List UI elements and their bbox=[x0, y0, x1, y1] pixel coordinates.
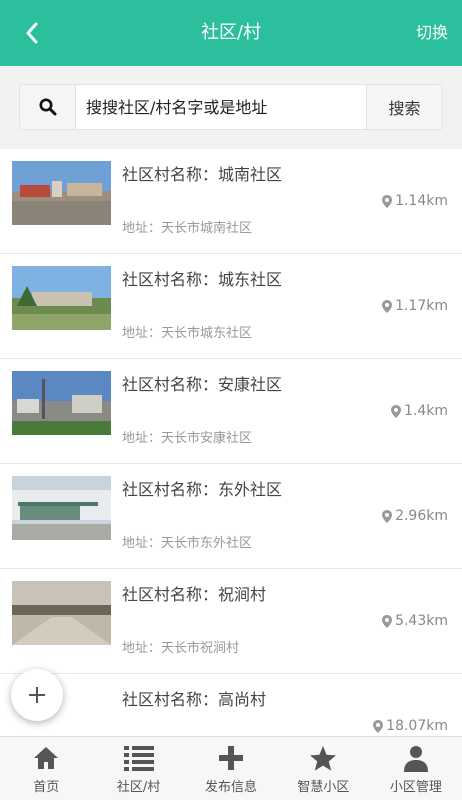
community-name: 社区村名称：城南社区 bbox=[122, 165, 283, 184]
distance-label: 5.43km bbox=[382, 613, 448, 629]
switch-button[interactable]: 切换 bbox=[416, 0, 448, 66]
distance-label: 2.96km bbox=[382, 508, 448, 524]
distance-label: 1.4km bbox=[390, 403, 448, 419]
distance-label: 18.07km bbox=[373, 718, 448, 734]
community-photo bbox=[12, 266, 111, 330]
star-icon bbox=[308, 743, 338, 773]
list-item[interactable]: 社区村名称：东外社区 2.96km 地址：天长市东外社区 bbox=[0, 464, 462, 569]
list-item[interactable]: 社区村名称：城东社区 1.17km 地址：天长市城东社区 bbox=[0, 254, 462, 359]
search-input[interactable] bbox=[76, 85, 366, 129]
page-title: 社区/村 bbox=[200, 22, 262, 43]
list-item[interactable]: 社区村名称：高尚村 18.07km bbox=[0, 674, 462, 736]
distance-value: 2.96km bbox=[395, 508, 448, 524]
community-name: 社区村名称：东外社区 bbox=[122, 480, 283, 499]
list-item[interactable]: 社区村名称：安康社区 1.4km 地址：天长市安康社区 bbox=[0, 359, 462, 464]
community-photo bbox=[12, 161, 111, 225]
community-address: 地址：天长市祝涧村 bbox=[122, 641, 240, 656]
search-button[interactable]: 搜索 bbox=[366, 85, 442, 129]
floating-add-button[interactable] bbox=[11, 669, 63, 721]
location-pin-icon bbox=[382, 614, 393, 628]
distance-value: 1.4km bbox=[403, 403, 448, 419]
tab-community[interactable]: 社区/村 bbox=[92, 737, 184, 800]
plus-icon bbox=[216, 743, 246, 773]
bottom-tab-bar: 首页 社区/村 发布信息 智慧小区 小区管理 bbox=[0, 736, 462, 800]
community-name: 社区村名称：祝涧村 bbox=[122, 585, 267, 604]
distance-value: 18.07km bbox=[386, 718, 448, 734]
list-item[interactable]: 社区村名称：城南社区 1.14km 地址：天长市城南社区 bbox=[0, 149, 462, 254]
tab-smart-community[interactable]: 智慧小区 bbox=[277, 737, 369, 800]
community-name: 社区村名称：高尚村 bbox=[122, 690, 267, 709]
home-icon bbox=[31, 743, 61, 773]
community-photo bbox=[12, 581, 111, 645]
community-name: 社区村名称：城东社区 bbox=[122, 270, 283, 289]
search-bar: 搜索 bbox=[19, 84, 443, 130]
tab-home[interactable]: 首页 bbox=[0, 737, 92, 800]
distance-value: 1.17km bbox=[395, 298, 448, 314]
tab-community-management[interactable]: 小区管理 bbox=[370, 737, 462, 800]
community-list: 社区村名称：城南社区 1.14km 地址：天长市城南社区 社区村名称：城东社区 … bbox=[0, 149, 462, 736]
community-address: 地址：天长市城南社区 bbox=[122, 221, 253, 236]
tab-label: 社区/村 bbox=[116, 780, 161, 795]
tab-label: 发布信息 bbox=[205, 780, 258, 795]
header-bar: 社区/村 切换 bbox=[0, 0, 462, 66]
community-address: 地址：天长市安康社区 bbox=[122, 431, 253, 446]
community-address: 地址：天长市东外社区 bbox=[122, 536, 253, 551]
distance-label: 1.17km bbox=[382, 298, 448, 314]
search-section: 搜索 bbox=[0, 66, 462, 148]
plus-icon bbox=[29, 687, 45, 703]
location-pin-icon bbox=[390, 404, 401, 418]
tab-label: 首页 bbox=[33, 780, 60, 795]
community-photo bbox=[12, 476, 111, 540]
community-address: 地址：天长市城东社区 bbox=[122, 326, 253, 341]
user-icon bbox=[401, 743, 431, 773]
list-icon bbox=[123, 743, 154, 773]
distance-label: 1.14km bbox=[382, 193, 448, 209]
distance-value: 5.43km bbox=[395, 613, 448, 629]
community-name: 社区村名称：安康社区 bbox=[122, 375, 283, 394]
location-pin-icon bbox=[382, 509, 393, 523]
location-pin-icon bbox=[373, 719, 384, 733]
location-pin-icon bbox=[382, 299, 393, 313]
community-photo bbox=[12, 371, 111, 435]
distance-value: 1.14km bbox=[395, 193, 448, 209]
search-icon[interactable] bbox=[20, 85, 76, 129]
location-pin-icon bbox=[382, 194, 393, 208]
list-item[interactable]: 社区村名称：祝涧村 5.43km 地址：天长市祝涧村 bbox=[0, 569, 462, 674]
tab-publish[interactable]: 发布信息 bbox=[185, 737, 277, 800]
tab-label: 智慧小区 bbox=[297, 780, 350, 795]
tab-label: 小区管理 bbox=[389, 780, 442, 795]
